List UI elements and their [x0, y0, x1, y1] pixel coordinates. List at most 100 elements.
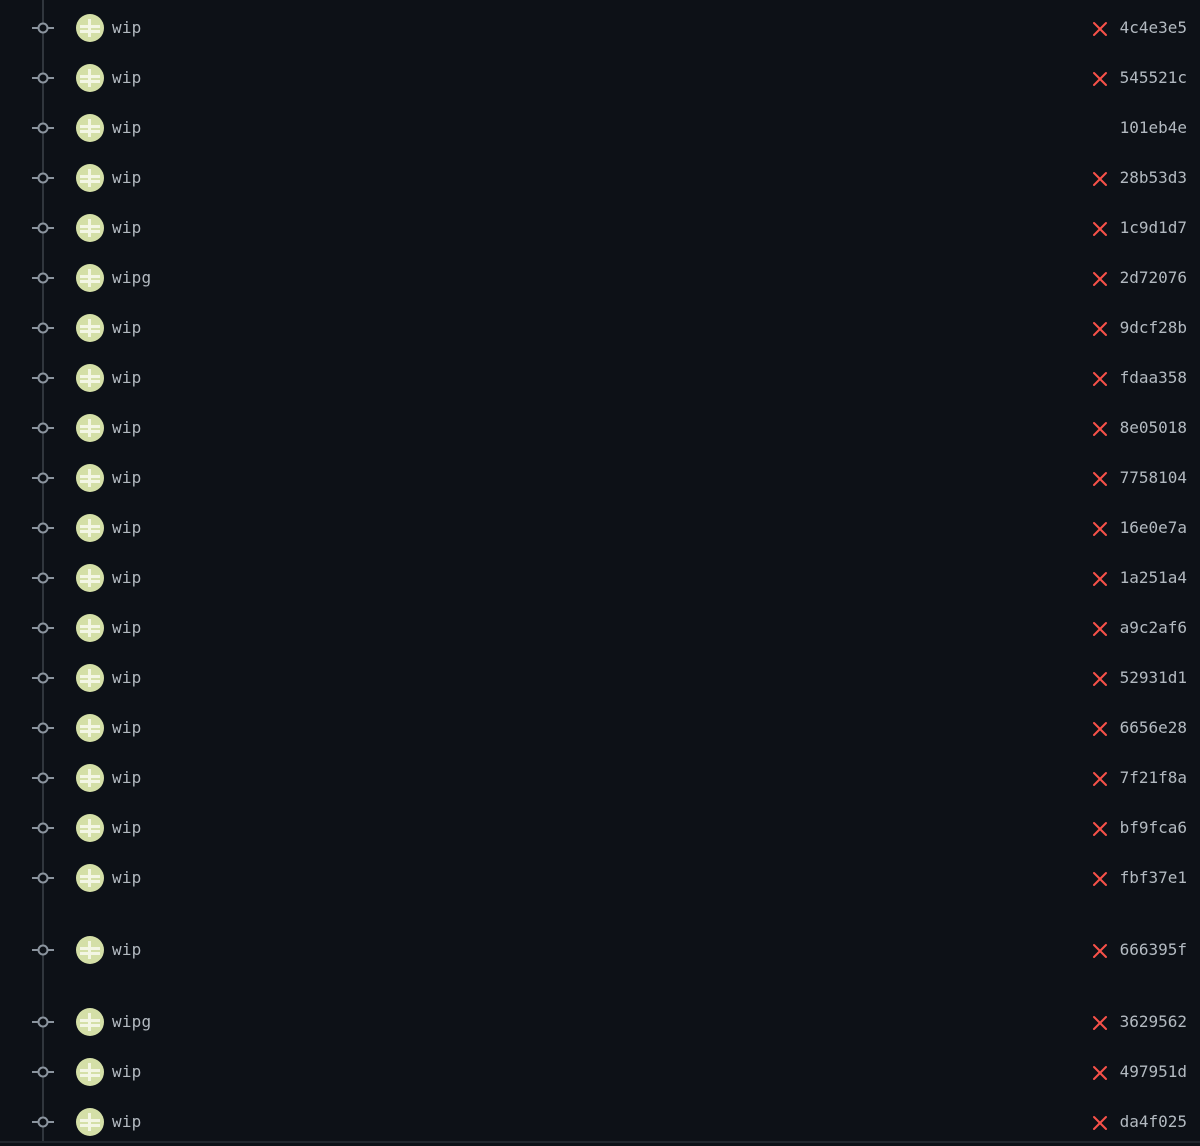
avatar[interactable] — [76, 214, 104, 242]
commit-sha-link[interactable]: 2d72076 — [1120, 267, 1187, 289]
x-icon[interactable] — [1091, 620, 1109, 638]
commit-sha-link[interactable]: 8e05018 — [1120, 417, 1187, 439]
commit-message-link[interactable]: wip — [112, 567, 142, 589]
avatar[interactable] — [76, 64, 104, 92]
avatar[interactable] — [76, 864, 104, 892]
commit-message-link[interactable]: wip — [112, 317, 142, 339]
commit-sha-link[interactable]: fdaa358 — [1120, 367, 1187, 389]
avatar[interactable] — [76, 264, 104, 292]
x-icon[interactable] — [1091, 1114, 1109, 1132]
commit-row[interactable]: wip bf9fca6 — [0, 804, 1200, 852]
commit-message-link[interactable]: wip — [112, 617, 142, 639]
commit-message-link[interactable]: wip — [112, 67, 142, 89]
avatar[interactable] — [76, 364, 104, 392]
x-icon[interactable] — [1091, 320, 1109, 338]
commit-sha-link[interactable]: a9c2af6 — [1120, 617, 1187, 639]
avatar[interactable] — [76, 314, 104, 342]
commit-message-link[interactable]: wip — [112, 117, 142, 139]
commit-message-link[interactable]: wip — [112, 767, 142, 789]
avatar[interactable] — [76, 14, 104, 42]
x-icon[interactable] — [1091, 770, 1109, 788]
commit-row[interactable]: wip 1c9d1d7 — [0, 204, 1200, 252]
commit-message-link[interactable]: wip — [112, 817, 142, 839]
commit-message-link[interactable]: wip — [112, 217, 142, 239]
commit-sha-link[interactable]: 7758104 — [1120, 467, 1187, 489]
avatar[interactable] — [76, 414, 104, 442]
commit-row[interactable]: wip a9c2af6 — [0, 604, 1200, 652]
commit-sha-link[interactable]: 3629562 — [1120, 1011, 1187, 1033]
x-icon[interactable] — [1091, 170, 1109, 188]
commit-row[interactable]: wip 7758104 — [0, 454, 1200, 502]
commit-sha-link[interactable]: 497951d — [1120, 1061, 1187, 1083]
avatar[interactable] — [76, 614, 104, 642]
commit-row[interactable]: wipg 3629562 — [0, 998, 1200, 1046]
commit-sha-link[interactable]: 666395f — [1120, 939, 1187, 961]
commit-message-link[interactable]: wip — [112, 1061, 142, 1083]
commit-row[interactable]: wipg 2d72076 — [0, 254, 1200, 302]
x-icon[interactable] — [1091, 720, 1109, 738]
commit-row[interactable]: wip 28b53d3 — [0, 154, 1200, 202]
x-icon[interactable] — [1091, 70, 1109, 88]
commit-row[interactable]: wip da4f025 — [0, 1098, 1200, 1146]
avatar[interactable] — [76, 1008, 104, 1036]
commit-message-link[interactable]: wip — [112, 17, 142, 39]
avatar[interactable] — [76, 564, 104, 592]
x-icon[interactable] — [1091, 20, 1109, 38]
avatar[interactable] — [76, 464, 104, 492]
commit-sha-link[interactable]: 101eb4e — [1120, 117, 1187, 139]
commit-row[interactable]: wip 101eb4e — [0, 104, 1200, 152]
commit-sha-link[interactable]: 52931d1 — [1120, 667, 1187, 689]
commit-message-link[interactable]: wip — [112, 417, 142, 439]
commit-sha-link[interactable]: 1c9d1d7 — [1120, 217, 1187, 239]
commit-sha-link[interactable]: 545521c — [1120, 67, 1187, 89]
commit-row[interactable]: wip 4c4e3e5 — [0, 4, 1200, 52]
commit-message-link[interactable]: wip — [112, 867, 142, 889]
x-icon[interactable] — [1091, 470, 1109, 488]
commit-row[interactable]: wip 666395f — [0, 926, 1200, 974]
x-icon[interactable] — [1091, 270, 1109, 288]
commit-row[interactable]: wip 7f21f8a — [0, 754, 1200, 802]
commit-row[interactable]: wip 52931d1 — [0, 654, 1200, 702]
commit-message-link[interactable]: wip — [112, 667, 142, 689]
commit-message-link[interactable]: wip — [112, 167, 142, 189]
avatar[interactable] — [76, 514, 104, 542]
avatar[interactable] — [76, 164, 104, 192]
commit-row[interactable]: wip fdaa358 — [0, 354, 1200, 402]
commit-message-link[interactable]: wipg — [112, 1011, 151, 1033]
commit-sha-link[interactable]: bf9fca6 — [1120, 817, 1187, 839]
x-icon[interactable] — [1091, 370, 1109, 388]
x-icon[interactable] — [1091, 1064, 1109, 1082]
x-icon[interactable] — [1091, 670, 1109, 688]
commit-message-link[interactable]: wip — [112, 367, 142, 389]
commit-row[interactable]: wip 6656e28 — [0, 704, 1200, 752]
avatar[interactable] — [76, 1058, 104, 1086]
commit-message-link[interactable]: wip — [112, 1111, 142, 1133]
commit-row[interactable]: wip fbf37e1 — [0, 854, 1200, 902]
x-icon[interactable] — [1091, 220, 1109, 238]
avatar[interactable] — [76, 1108, 104, 1136]
avatar[interactable] — [76, 664, 104, 692]
commit-sha-link[interactable]: 7f21f8a — [1120, 767, 1187, 789]
commit-sha-link[interactable]: 6656e28 — [1120, 717, 1187, 739]
commit-row[interactable]: wip 1a251a4 — [0, 554, 1200, 602]
commit-message-link[interactable]: wip — [112, 467, 142, 489]
commit-message-link[interactable]: wip — [112, 517, 142, 539]
commit-message-link[interactable]: wipg — [112, 267, 151, 289]
avatar[interactable] — [76, 936, 104, 964]
commit-sha-link[interactable]: 28b53d3 — [1120, 167, 1187, 189]
commit-row[interactable]: wip 8e05018 — [0, 404, 1200, 452]
x-icon[interactable] — [1091, 870, 1109, 888]
commit-row[interactable]: wip 9dcf28b — [0, 304, 1200, 352]
commit-sha-link[interactable]: da4f025 — [1120, 1111, 1187, 1133]
x-icon[interactable] — [1091, 570, 1109, 588]
x-icon[interactable] — [1091, 520, 1109, 538]
avatar[interactable] — [76, 814, 104, 842]
avatar[interactable] — [76, 714, 104, 742]
x-icon[interactable] — [1091, 1014, 1109, 1032]
x-icon[interactable] — [1091, 420, 1109, 438]
commit-message-link[interactable]: wip — [112, 939, 142, 961]
commit-sha-link[interactable]: 9dcf28b — [1120, 317, 1187, 339]
commit-sha-link[interactable]: 16e0e7a — [1120, 517, 1187, 539]
commit-sha-link[interactable]: 4c4e3e5 — [1120, 17, 1187, 39]
x-icon[interactable] — [1091, 942, 1109, 960]
